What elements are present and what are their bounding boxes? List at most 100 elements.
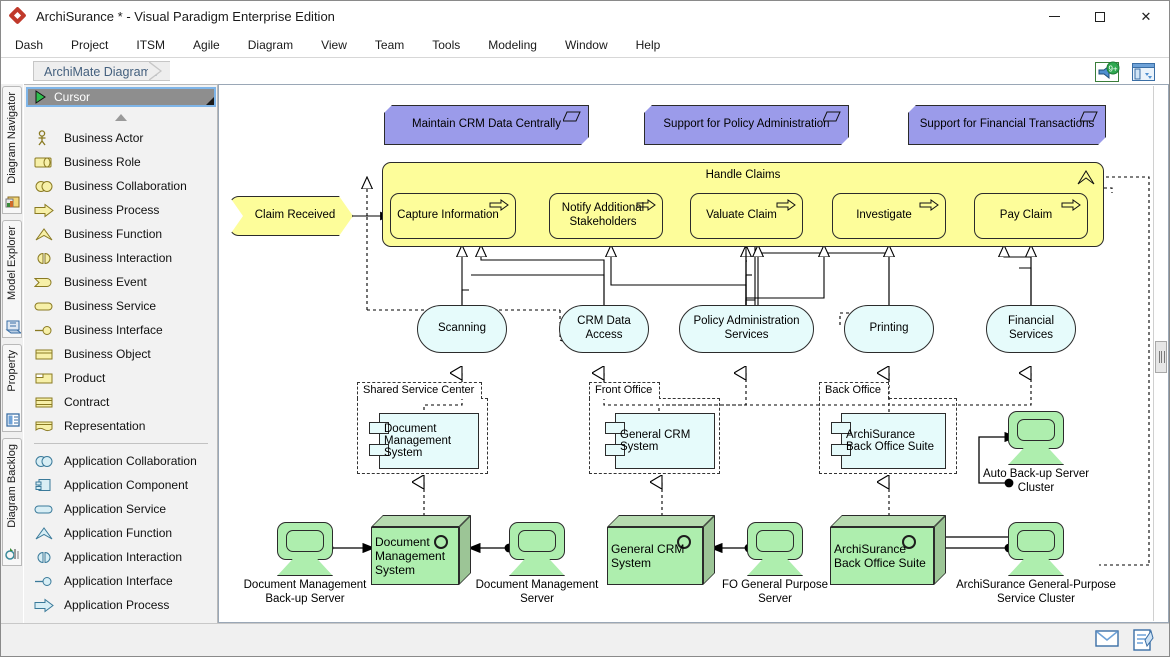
palette-expand-corner-icon[interactable] [206,97,214,105]
application-component-archisurance-back-office-suite[interactable]: ArchiSurance Back Office Suite [841,413,946,469]
product-support-for-financial-transactions[interactable]: Support for Financial Transactions [908,105,1106,145]
business-function-icon [34,226,56,242]
rail-tab-property[interactable]: Property [2,344,22,432]
menu-item-help[interactable]: Help [622,35,675,55]
minimize-button[interactable] [1031,1,1077,32]
business-process-valuate-claim[interactable]: Valuate Claim [690,193,803,239]
application-component-document-management-system[interactable]: Document Management System [379,413,479,469]
application-collaboration-icon [34,453,56,469]
product-maintain-crm-data-centrally[interactable]: Maintain CRM Data Centrally [384,105,589,145]
device-label: Auto Back-up Server Cluster [968,467,1104,496]
palette-item-business-role[interactable]: Business Role [24,150,218,174]
business-process-capture-information[interactable]: Capture Information [390,193,516,239]
device-auto-backup-server-cluster[interactable]: Auto Back-up Server Cluster [1008,411,1064,463]
palette-item-label: Business Service [64,299,156,313]
close-button[interactable]: ✕ [1123,1,1169,32]
model-explorer-icon [5,318,21,334]
palette-item-application-collaboration[interactable]: Application Collaboration [24,449,218,473]
palette-item-application-interaction[interactable]: Application Interaction [24,545,218,569]
palette-item-business-interface[interactable]: Business Interface [24,318,218,342]
rail-tab-diagram-navigator[interactable]: Diagram Navigator [2,86,22,214]
product-support-for-policy-administration[interactable]: Support for Policy Administration [644,105,849,145]
rail-tab-model-explorer[interactable]: Model Explorer [2,220,22,338]
canvas-vertical-scrollbar[interactable] [1153,86,1167,621]
palette-item-application-service[interactable]: Application Service [24,497,218,521]
palette-item-business-collaboration[interactable]: Business Collaboration [24,174,218,198]
application-service-printing[interactable]: Printing [844,305,934,353]
layout-panel-icon[interactable] [1131,61,1157,83]
rail-tab-label: Property [6,350,18,392]
palette-item-label: Application Process [64,598,169,612]
application-service-financial-services[interactable]: Financial Services [986,305,1076,353]
palette-item-label: Application Interaction [64,550,182,564]
palette-item-business-actor[interactable]: Business Actor [24,126,218,150]
menu-item-team[interactable]: Team [361,35,418,55]
palette-item-business-object[interactable]: Business Object [24,342,218,366]
product-icon [34,370,56,386]
palette-scroll-up-button[interactable] [24,110,218,124]
palette-divider [34,443,208,444]
menu-item-tools[interactable]: Tools [418,35,474,55]
business-role-icon [34,154,56,170]
business-event-claim-received[interactable]: Claim Received [229,196,353,236]
application-service-policy-administration-services[interactable]: Policy Administration Services [679,305,814,353]
menu-item-agile[interactable]: Agile [179,35,234,55]
scrollbar-thumb[interactable] [1155,341,1167,373]
palette-item-representation[interactable]: Representation [24,414,218,438]
palette-item-application-process[interactable]: Application Process [24,593,218,617]
device-archisurance-general-purpose-service-cluster[interactable]: ArchiSurance General-Purpose Service Clu… [1008,522,1064,574]
device-label: ArchiSurance General-Purpose Service Clu… [948,578,1124,607]
menu-item-view[interactable]: View [307,35,361,55]
menu-item-modeling[interactable]: Modeling [474,35,551,55]
tab-label: ArchiMate Diagram3 [44,65,158,79]
palette-item-business-event[interactable]: Business Event [24,270,218,294]
application-service-crm-data-access[interactable]: CRM Data Access [559,305,649,353]
business-process-investigate[interactable]: Investigate [832,193,946,239]
group-label: Back Office [819,382,889,399]
diagram-canvas[interactable]: Maintain CRM Data Centrally Support for … [218,84,1169,623]
palette-item-label: Contract [64,395,109,409]
device-document-management-server[interactable]: Document Management Server [509,522,565,574]
toolbar-icons: 9+ [1095,61,1157,83]
application-service-scanning[interactable]: Scanning [417,305,507,353]
rail-tab-diagram-backlog[interactable]: Diagram Backlog [2,438,22,566]
service-label: CRM Data Access [560,315,648,343]
menu-bar: DashProjectITSMAgileDiagramViewTeamTools… [1,32,1169,58]
palette-item-product[interactable]: Product [24,366,218,390]
menu-item-window[interactable]: Window [551,35,622,55]
device-fo-general-purpose-server[interactable]: FO General Purpose Server [747,522,803,574]
palette-item-label: Product [64,371,105,385]
business-process-notify-additional-stakeholders[interactable]: Notify Additional Stakeholders [549,193,663,239]
palette-item-contract[interactable]: Contract [24,390,218,414]
palette-item-business-interaction[interactable]: Business Interaction [24,246,218,270]
representation-icon [34,418,56,434]
palette-item-cursor[interactable]: Cursor [26,87,216,107]
maximize-button[interactable] [1077,1,1123,32]
announcement-megaphone-icon[interactable]: 9+ [1095,61,1121,83]
palette-item-application-component[interactable]: Application Component [24,473,218,497]
node-general-crm-system[interactable]: General CRM System [607,515,715,585]
application-component-icon [34,477,56,493]
notes-document-icon[interactable] [1133,629,1155,654]
node-document-management-system[interactable]: Document Management System [371,515,471,585]
palette-item-application-interface[interactable]: Application Interface [24,569,218,593]
diagram-palette: Cursor Business ActorBusiness RoleBusine… [24,84,218,641]
business-process-pay-claim[interactable]: Pay Claim [974,193,1088,239]
palette-item-business-process[interactable]: Business Process [24,198,218,222]
device-document-management-backup-server[interactable]: Document Management Back-up Server [277,522,333,574]
palette-item-business-function[interactable]: Business Function [24,222,218,246]
palette-item-business-service[interactable]: Business Service [24,294,218,318]
palette-item-label: Application Function [64,526,172,540]
menu-item-dash[interactable]: Dash [1,35,57,55]
process-label: Valuate Claim [691,209,802,223]
menu-item-diagram[interactable]: Diagram [234,35,307,55]
node-archisurance-back-office-suite[interactable]: ArchiSurance Back Office Suite [830,515,946,585]
business-process-icon [919,199,939,211]
mail-envelope-icon[interactable] [1095,629,1119,654]
process-label: Investigate [833,209,945,223]
cursor-arrow-icon [34,90,48,104]
palette-item-application-function[interactable]: Application Function [24,521,218,545]
menu-item-project[interactable]: Project [57,35,122,55]
menu-item-itsm[interactable]: ITSM [122,35,179,55]
application-component-general-crm-system[interactable]: General CRM System [615,413,715,469]
